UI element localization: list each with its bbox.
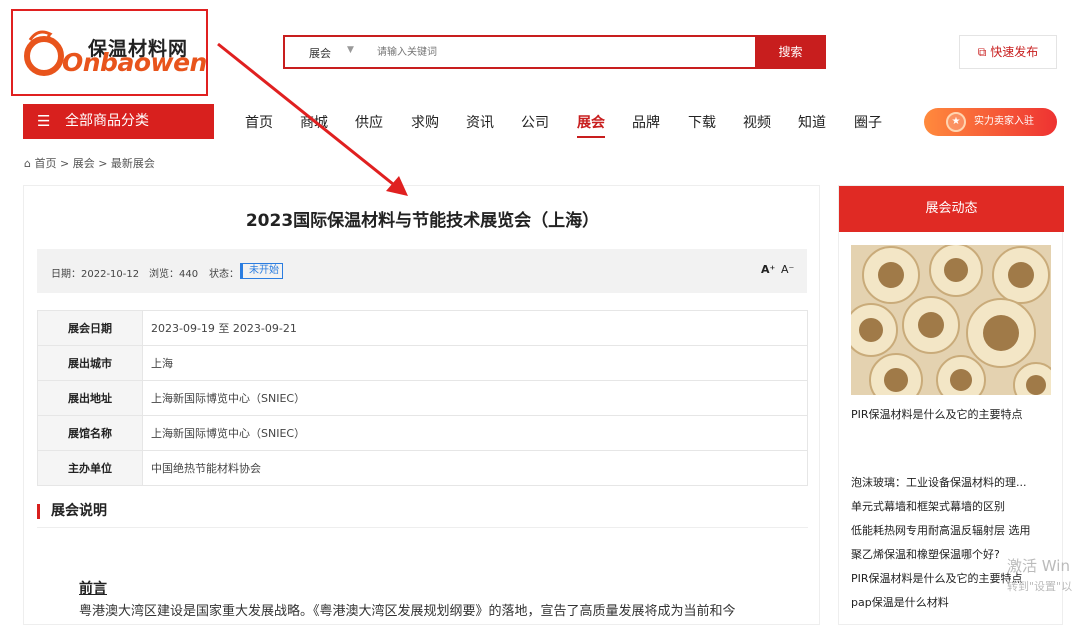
menu-icon: ☰ [37, 112, 51, 130]
activation-watermark-sub: 转到"设置"以 [1007, 580, 1073, 593]
info-key: 展出地址 [37, 380, 143, 416]
seller-join-label: 实力卖家入驻 [974, 116, 1034, 127]
article-date: 日期：2022-10-12 [51, 269, 140, 280]
nav-item-circle[interactable]: 圈子 [854, 112, 882, 132]
article-title: 2023国际保温材料与节能技术展览会（上海） [245, 211, 600, 231]
nav-item-news[interactable]: 资讯 [466, 112, 494, 132]
table-row: 展出地址 上海新国际博览中心（SNIEC） [37, 380, 808, 416]
nav-item-mall[interactable]: 商城 [300, 112, 328, 132]
nav-item-brand[interactable]: 品牌 [632, 112, 660, 132]
table-row: 主办单位 中国绝热节能材料协会 [37, 450, 808, 486]
dragon-logo-icon [24, 30, 64, 76]
star-medal-icon: ★ [946, 112, 966, 132]
breadcrumb[interactable]: ⌂ 首页 > 展会 > 最新展会 [24, 155, 155, 171]
table-row: 展馆名称 上海新国际博览中心（SNIEC） [37, 415, 808, 451]
all-categories-button[interactable]: ☰ 全部商品分类 [23, 104, 214, 139]
activation-watermark: 激活 Win [1007, 557, 1070, 575]
article-paragraph: 粤港澳大湾区建设是国家重大发展战略。《粤港澳大湾区发展规划纲要》的落地，宣告了高… [79, 604, 736, 619]
info-value: 上海 [142, 345, 808, 381]
font-increase-button[interactable]: A⁺ [761, 263, 775, 276]
home-icon: ⌂ [24, 157, 31, 170]
info-key: 展馆名称 [37, 415, 143, 451]
status-label: 状态： [209, 269, 239, 280]
nav-item-exhibition[interactable]: 展会 [577, 112, 605, 132]
article-views: 浏览：440 [149, 269, 199, 280]
info-key: 主办单位 [37, 450, 143, 486]
all-categories-label: 全部商品分类 [65, 113, 149, 129]
breadcrumb-text[interactable]: 首页 > 展会 > 最新展会 [34, 157, 154, 170]
list-item[interactable]: 低能耗热网专用耐高温反辐射层 选用 [851, 522, 1056, 538]
info-value: 上海新国际博览中心（SNIEC） [142, 380, 808, 416]
insulation-pipes-image[interactable] [851, 245, 1051, 395]
image-caption-link[interactable]: PIR保温材料是什么及它的主要特点 [851, 406, 1023, 422]
search-button[interactable]: 搜索 [755, 35, 826, 69]
quick-publish-button[interactable]: ⧉ 快速发布 [959, 35, 1057, 69]
quick-publish-label: 快速发布 [990, 45, 1039, 59]
search-input[interactable] [377, 43, 747, 61]
external-link-icon: ⧉ [977, 45, 987, 59]
info-key: 展出城市 [37, 345, 143, 381]
font-decrease-button[interactable]: A⁻ [781, 263, 794, 276]
search-category-select[interactable]: 展会 [309, 45, 331, 61]
nav-item-company[interactable]: 公司 [521, 112, 549, 132]
pipe-insulation-illustration [851, 245, 1051, 395]
nav-active-underline [577, 136, 605, 138]
info-value: 2023-09-19 至 2023-09-21 [142, 310, 808, 346]
nav-item-purchase[interactable]: 求购 [411, 112, 439, 132]
section-title: 展会说明 [37, 504, 107, 519]
divider [37, 527, 808, 528]
preface-heading: 前言 [79, 581, 107, 597]
search-bar: 展会 ▼ 搜索 [283, 35, 826, 69]
logo-english-text: Onbaowen [62, 48, 207, 77]
nav-item-video[interactable]: 视频 [743, 112, 771, 132]
info-key: 展会日期 [37, 310, 143, 346]
info-value: 上海新国际博览中心（SNIEC） [142, 415, 808, 451]
list-item[interactable]: pap保温是什么材料 [851, 594, 1056, 610]
article-meta-bar: 日期：2022-10-12 浏览：440 状态： 未开始 A⁺ A⁻ [37, 249, 807, 293]
status-badge: 未开始 [240, 263, 283, 279]
nav-item-download[interactable]: 下载 [688, 112, 716, 132]
chevron-down-icon[interactable]: ▼ [347, 45, 354, 55]
nav-item-supply[interactable]: 供应 [355, 112, 383, 132]
exhibition-info-table: 展会日期 2023-09-19 至 2023-09-21 展出城市 上海 展出地… [37, 310, 808, 486]
nav-item-qa[interactable]: 知道 [798, 112, 826, 132]
list-item[interactable]: 单元式幕墙和框架式幕墙的区别 [851, 498, 1056, 514]
info-value: 中国绝热节能材料协会 [142, 450, 808, 486]
table-row: 展出城市 上海 [37, 345, 808, 381]
table-row: 展会日期 2023-09-19 至 2023-09-21 [37, 310, 808, 346]
nav-item-home[interactable]: 首页 [245, 112, 273, 132]
sidebar-heading: 展会动态 [839, 186, 1064, 232]
article-panel: 2023国际保温材料与节能技术展览会（上海） 日期：2022-10-12 浏览：… [23, 185, 820, 625]
list-item[interactable]: 泡沫玻璃：工业设备保温材料的理... [851, 474, 1056, 490]
seller-join-button[interactable]: ★ 实力卖家入驻 [924, 108, 1057, 136]
